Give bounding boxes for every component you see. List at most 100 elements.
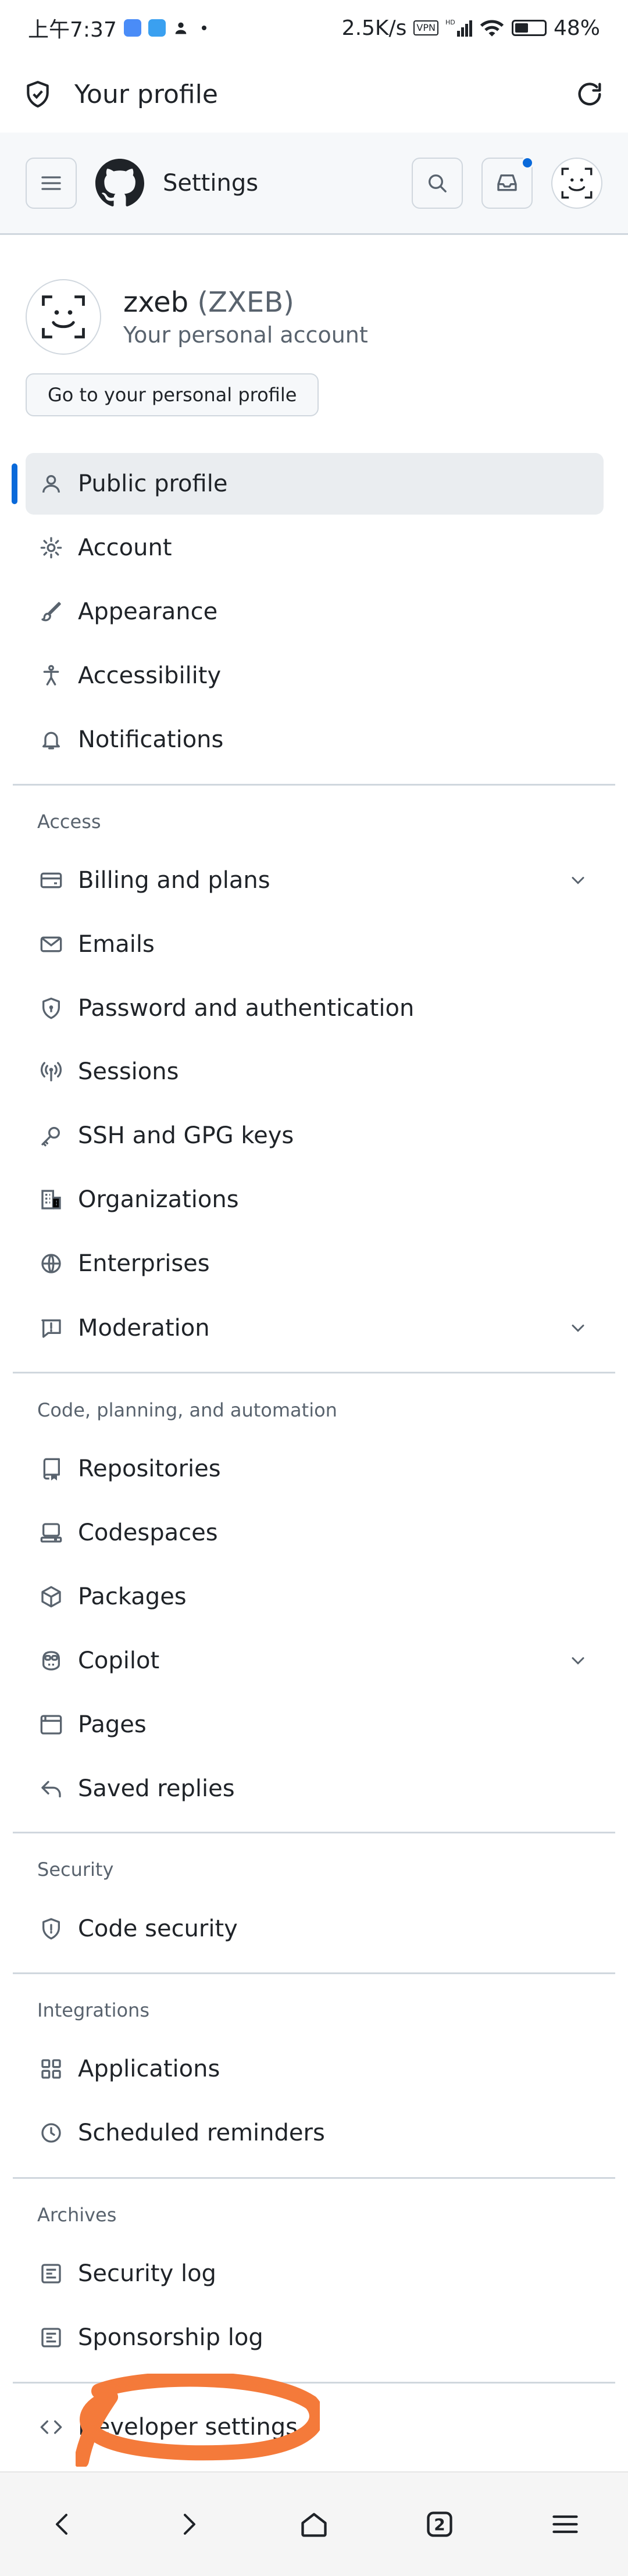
nav-item-code-security[interactable]: Code security [26,1898,604,1960]
nav-item-pages[interactable]: Pages [26,1694,604,1756]
log-icon [37,2260,65,2288]
section-divider [13,1972,615,1974]
header-page-label: Settings [163,169,259,197]
profile-avatar[interactable] [26,279,101,355]
unread-notification-dot [521,156,534,169]
home-icon [301,2513,327,2537]
profile-subtitle: Your personal account [123,322,368,348]
network-speed: 2.5K/s [341,16,407,40]
app-bar: Your profile [0,56,628,133]
reply-icon [37,1775,65,1803]
nav-item-appearance[interactable]: Appearance [26,581,604,643]
nav-item-repositories[interactable]: Repositories [26,1438,604,1500]
nav-item-emails[interactable]: Emails [26,914,604,975]
nav-label: Applications [78,2056,220,2082]
reload-icon[interactable] [575,79,605,109]
nav-item-billing[interactable]: Billing and plans [26,850,604,911]
section-divider [13,1832,615,1833]
profile-handle: (ZXEB) [197,286,294,319]
nav-item-sessions[interactable]: Sessions [26,1041,604,1103]
globe-icon [37,1250,65,1278]
inbox-button[interactable] [481,156,534,209]
github-header: Settings [0,133,628,235]
nav-item-scheduled-reminders[interactable]: Scheduled reminders [26,2102,604,2164]
nav-label: Billing and plans [78,867,270,894]
hamburger-icon [552,2515,578,2534]
user-avatar-button[interactable] [551,157,602,209]
browser-icon [37,1711,65,1739]
shield-check-icon [23,80,52,109]
chevron-down-icon[interactable] [568,1318,588,1339]
vpn-badge: VPN [413,20,438,35]
nav-label: Notifications [78,726,224,753]
report-icon [37,1314,65,1342]
nav-label: Developer settings [78,2414,298,2441]
log-icon [37,2324,65,2352]
more-notifications-dot [201,26,206,30]
nav-item-moderation[interactable]: Moderation [26,1297,604,1359]
nav-item-password[interactable]: Password and authentication [26,977,604,1039]
chevron-down-icon[interactable] [568,1650,588,1671]
nav-label: Repositories [78,1455,221,1482]
nav-item-packages[interactable]: Packages [26,1566,604,1628]
nav-item-enterprises[interactable]: Enterprises [26,1233,604,1294]
group-heading-integrations: Integrations [37,1999,149,2021]
nav-item-copilot[interactable]: Copilot [26,1630,604,1692]
face-avatar-icon [42,295,85,338]
back-button[interactable] [34,2495,92,2553]
shield-icon [37,1915,65,1943]
broadcast-icon [37,1058,65,1086]
go-to-profile-button[interactable]: Go to your personal profile [26,373,319,416]
menu-button[interactable] [536,2495,594,2553]
nav-label: Sessions [78,1058,179,1085]
nav-item-applications[interactable]: Applications [26,2038,604,2100]
nav-item-codespaces[interactable]: Codespaces [26,1502,604,1564]
key-icon [37,1122,65,1150]
group-heading-security: Security [37,1858,114,1881]
nav-item-notifications[interactable]: Notifications [26,709,604,770]
nav-label: Account [78,534,172,561]
svg-text:HD: HD [445,19,455,26]
apps-icon [37,2055,65,2083]
nav-item-sponsorship-log[interactable]: Sponsorship log [26,2307,604,2368]
section-divider [13,1372,615,1373]
face-avatar-icon [561,167,593,198]
section-divider [13,784,615,786]
forward-button[interactable] [159,2495,217,2553]
menu-button[interactable] [26,157,77,209]
search-button[interactable] [412,157,463,209]
gear-icon [37,534,65,562]
nav-item-accessibility[interactable]: Accessibility [26,645,604,707]
nav-item-ssh-gpg[interactable]: SSH and GPG keys [26,1105,604,1166]
nav-item-public-profile[interactable]: Public profile [26,453,604,515]
group-heading-code: Code, planning, and automation [37,1399,337,1421]
browser-bottom-bar: 2 [0,2471,628,2576]
nav-item-saved-replies[interactable]: Saved replies [26,1758,604,1819]
battery-level: 48% [553,16,600,40]
profile-username: zxeb [123,286,189,319]
shield-lock-icon [37,994,65,1022]
section-divider [13,2177,615,2179]
group-heading-archives: Archives [37,2204,117,2226]
nav-item-organizations[interactable]: Organizations [26,1169,604,1230]
bell-icon [37,726,65,754]
section-divider [13,2382,615,2384]
profile-login: zxeb (ZXEB) [123,286,368,319]
chevron-down-icon[interactable] [568,870,588,891]
nav-label: Copilot [78,1647,160,1674]
profile-summary: zxeb (ZXEB) Your personal account Go to … [26,279,607,416]
nav-item-account[interactable]: Account [26,517,604,579]
github-logo-icon[interactable] [95,158,144,208]
chevron-right-icon [184,2514,195,2535]
nav-label: Appearance [78,598,218,625]
tabs-button[interactable]: 2 [411,2495,469,2553]
nav-label: Organizations [78,1186,239,1213]
nav-label: SSH and GPG keys [78,1122,294,1149]
clock-icon [37,2119,65,2147]
nav-item-security-log[interactable]: Security log [26,2243,604,2304]
inbox-icon [497,174,517,191]
nav-label: Code security [78,1915,238,1942]
nav-item-developer-settings[interactable]: Developer settings [26,2396,604,2458]
home-button[interactable] [285,2495,343,2553]
group-heading-access: Access [37,811,101,833]
